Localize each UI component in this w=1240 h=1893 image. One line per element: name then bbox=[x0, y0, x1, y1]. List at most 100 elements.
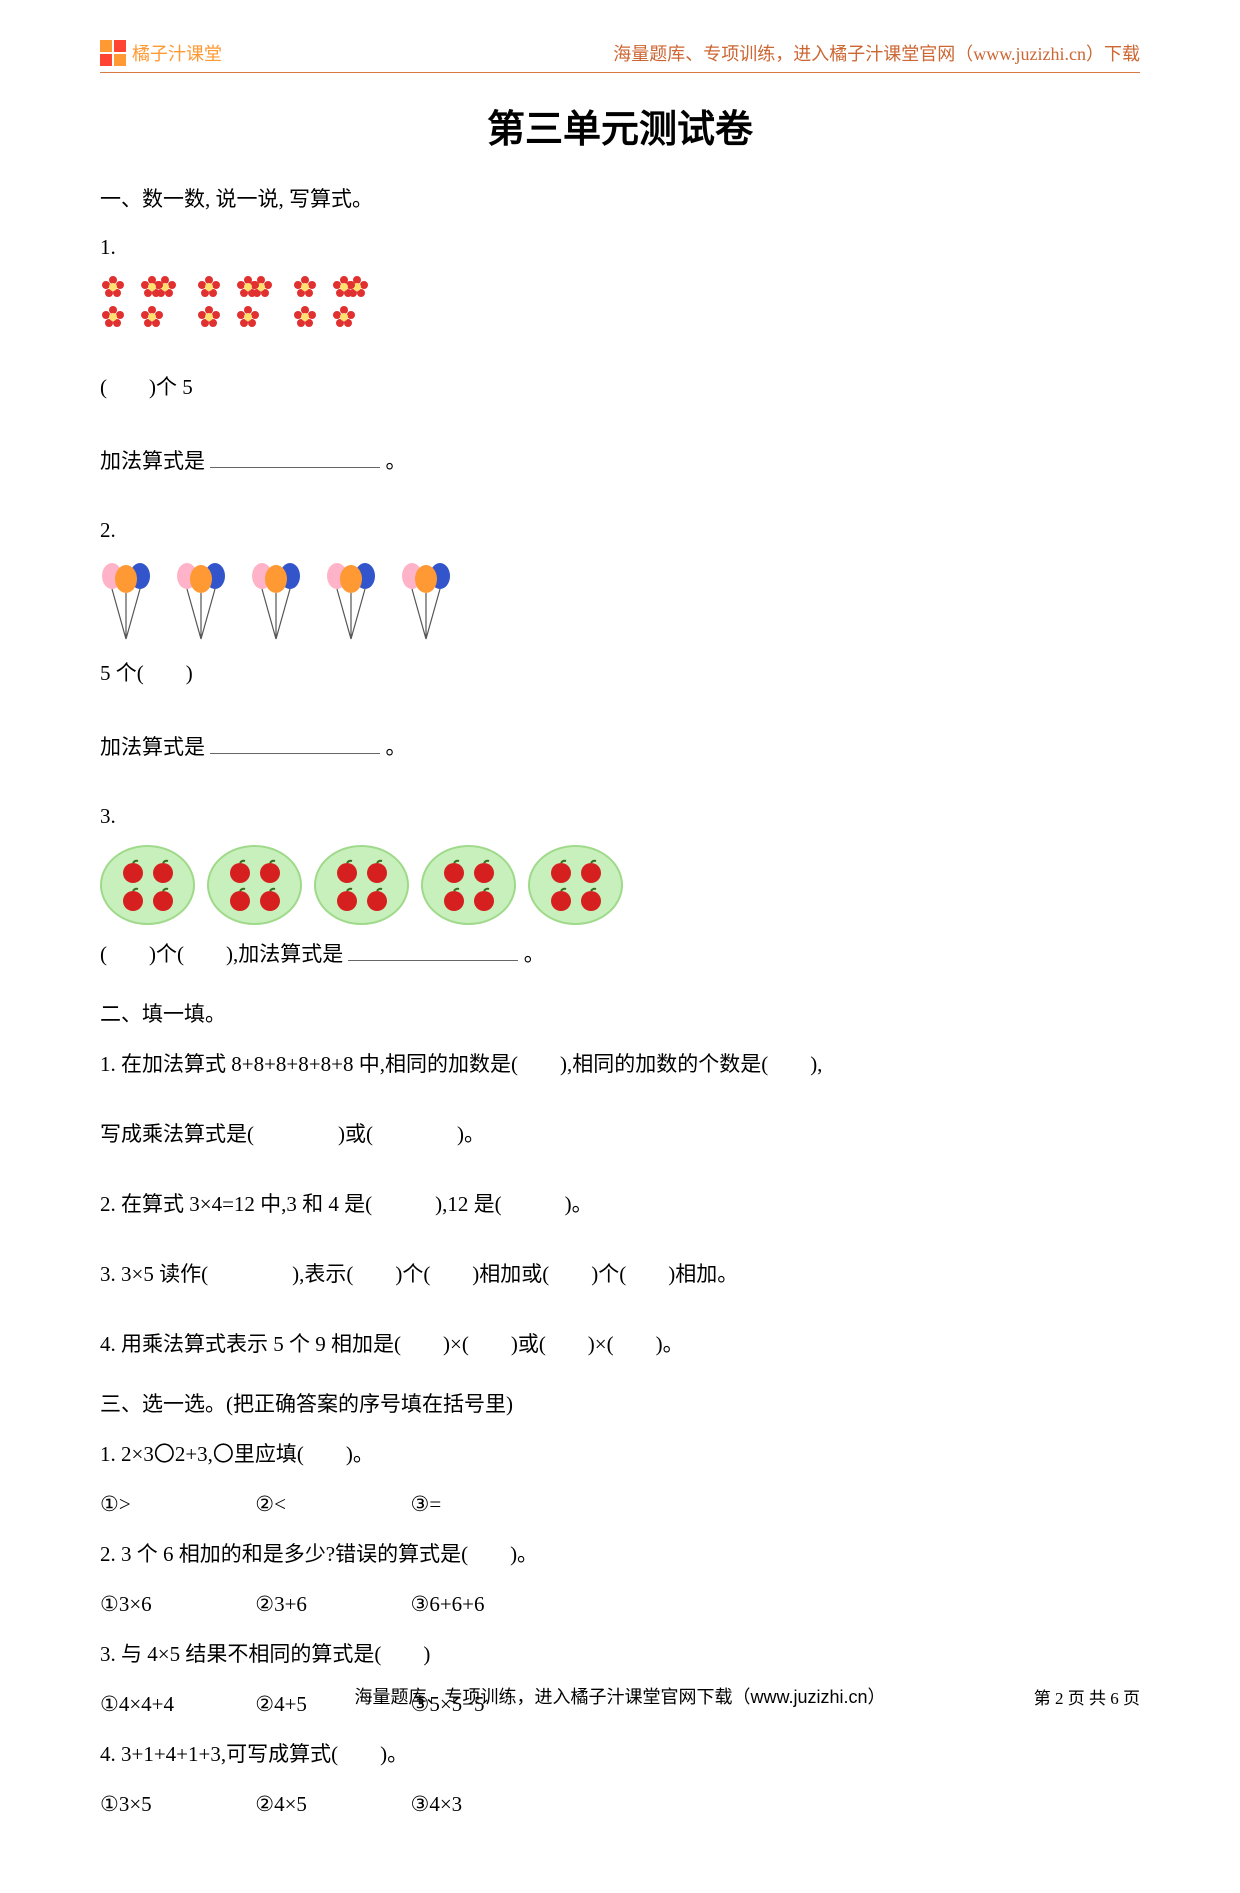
flower-icon bbox=[100, 274, 126, 300]
apple-plate bbox=[100, 845, 195, 925]
s3-q2-opts: ①3×6 ②3+6 ③6+6+6 bbox=[100, 1583, 1140, 1625]
section-1: 一、数一数, 说一说, 写算式。 1. bbox=[100, 178, 1140, 975]
header-note: 海量题库、专项训练，进入橘子汁课堂官网（www.juzizhi.cn）下载 bbox=[613, 40, 1140, 66]
logo-icon bbox=[100, 40, 126, 66]
apple-icon bbox=[364, 886, 390, 912]
apple-icon bbox=[578, 858, 604, 884]
flower-group bbox=[292, 274, 370, 330]
q3-text-a: ( )个( ),加法算式是 bbox=[100, 942, 343, 966]
s3-q2: 2. 3 个 6 相加的和是多少?错误的算式是( )。 bbox=[100, 1533, 1140, 1575]
flower-group bbox=[196, 274, 274, 330]
apple-icon bbox=[257, 886, 283, 912]
apple-plate bbox=[314, 845, 409, 925]
apple-icon bbox=[227, 886, 253, 912]
opt-a[interactable]: ①3×6 bbox=[100, 1583, 250, 1625]
apple-icon bbox=[227, 858, 253, 884]
s3-q3: 3. 与 4×5 结果不相同的算式是( ) bbox=[100, 1633, 1140, 1675]
q2-number: 2. bbox=[100, 509, 1140, 551]
s3-q4-opts: ①3×5 ②4×5 ③4×3 bbox=[100, 1783, 1140, 1825]
opt-c[interactable]: ③= bbox=[411, 1483, 561, 1525]
q1-number: 1. bbox=[100, 226, 1140, 268]
opt-c[interactable]: ③6+6+6 bbox=[411, 1583, 561, 1625]
flower-icon bbox=[292, 304, 318, 330]
q2-add-prefix: 加法算式是 bbox=[100, 735, 205, 759]
apple-icon bbox=[120, 858, 146, 884]
apple-icon bbox=[548, 886, 574, 912]
s3-q4: 4. 3+1+4+1+3,可写成算式( )。 bbox=[100, 1733, 1140, 1775]
section-3-heading: 三、选一选。(把正确答案的序号填在括号里) bbox=[100, 1383, 1140, 1425]
flower-icon bbox=[196, 274, 222, 300]
fill-blank[interactable] bbox=[210, 447, 380, 468]
opt-a[interactable]: ①3×5 bbox=[100, 1783, 250, 1825]
opt-a[interactable]: ①> bbox=[100, 1483, 250, 1525]
s2-q1: 1. 在加法算式 8+8+8+8+8+8 中,相同的加数是( ),相同的加数的个… bbox=[100, 1043, 1140, 1085]
brand-text: 橘子汁课堂 bbox=[132, 40, 222, 66]
apple-icon bbox=[120, 886, 146, 912]
apple-plate bbox=[421, 845, 516, 925]
apple-icon bbox=[334, 886, 360, 912]
apple-icon bbox=[150, 886, 176, 912]
section-1-heading: 一、数一数, 说一说, 写算式。 bbox=[100, 178, 1140, 220]
brand-logo: 橘子汁课堂 bbox=[100, 40, 222, 66]
balloon-bunch-icon bbox=[325, 559, 380, 644]
header: 橘子汁课堂 海量题库、专项训练，进入橘子汁课堂官网（www.juzizhi.cn… bbox=[100, 40, 1140, 73]
q3-text-b: 。 bbox=[524, 942, 545, 966]
q2-balloon-groups bbox=[100, 559, 1140, 644]
apple-icon bbox=[150, 858, 176, 884]
q1-add-suffix: 。 bbox=[386, 449, 407, 473]
opt-b[interactable]: ②< bbox=[255, 1483, 405, 1525]
apple-icon bbox=[471, 858, 497, 884]
apple-icon bbox=[441, 858, 467, 884]
apple-plate bbox=[528, 845, 623, 925]
flower-icon bbox=[235, 304, 261, 330]
s3-q1: 1. 2×3〇2+3,〇里应填( )。 bbox=[100, 1433, 1140, 1475]
flower-icon bbox=[139, 304, 165, 330]
s3-q1-opts: ①> ②< ③= bbox=[100, 1483, 1140, 1525]
q3-text: ( )个( ),加法算式是 。 bbox=[100, 933, 1140, 975]
q1-flower-groups bbox=[100, 274, 1140, 330]
q3-apple-plates bbox=[100, 845, 1140, 925]
balloon-bunch-icon bbox=[175, 559, 230, 644]
section-2-heading: 二、填一填。 bbox=[100, 993, 1140, 1035]
q3-number: 3. bbox=[100, 795, 1140, 837]
flower-icon bbox=[139, 274, 165, 300]
footer-page-number: 第 2 页 共 6 页 bbox=[1034, 1684, 1140, 1709]
q2-addition: 加法算式是 。 bbox=[100, 726, 1140, 768]
flower-icon bbox=[100, 304, 126, 330]
section-3: 三、选一选。(把正确答案的序号填在括号里) 1. 2×3〇2+3,〇里应填( )… bbox=[100, 1383, 1140, 1825]
opt-c[interactable]: ③4×3 bbox=[411, 1783, 561, 1825]
section-2: 二、填一填。 1. 在加法算式 8+8+8+8+8+8 中,相同的加数是( ),… bbox=[100, 993, 1140, 1365]
s2-q2: 2. 在算式 3×4=12 中,3 和 4 是( ),12 是( )。 bbox=[100, 1183, 1140, 1225]
flower-icon bbox=[331, 274, 357, 300]
flower-icon bbox=[331, 304, 357, 330]
balloon-bunch-icon bbox=[400, 559, 455, 644]
q2-count-blank: 5 个( ) bbox=[100, 652, 1140, 694]
opt-b[interactable]: ②4×5 bbox=[255, 1783, 405, 1825]
flower-group bbox=[100, 274, 178, 330]
flower-icon bbox=[235, 274, 261, 300]
s2-q3: 3. 3×5 读作( ),表示( )个( )相加或( )个( )相加。 bbox=[100, 1253, 1140, 1295]
q2-add-suffix: 。 bbox=[386, 735, 407, 759]
apple-icon bbox=[257, 858, 283, 884]
apple-icon bbox=[334, 858, 360, 884]
apple-icon bbox=[471, 886, 497, 912]
s2-q1b: 写成乘法算式是( )或( )。 bbox=[100, 1113, 1140, 1155]
opt-b[interactable]: ②3+6 bbox=[255, 1583, 405, 1625]
flower-icon bbox=[196, 304, 222, 330]
balloon-bunch-icon bbox=[100, 559, 155, 644]
apple-icon bbox=[364, 858, 390, 884]
s2-q4: 4. 用乘法算式表示 5 个 9 相加是( )×( )或( )×( )。 bbox=[100, 1323, 1140, 1365]
balloon-bunch-icon bbox=[250, 559, 305, 644]
worksheet-page: 橘子汁课堂 海量题库、专项训练，进入橘子汁课堂官网（www.juzizhi.cn… bbox=[0, 0, 1240, 1893]
apple-icon bbox=[441, 886, 467, 912]
q1-add-prefix: 加法算式是 bbox=[100, 449, 205, 473]
q1-count-blank: ( )个 5 bbox=[100, 366, 1140, 408]
flower-icon bbox=[292, 274, 318, 300]
apple-icon bbox=[578, 886, 604, 912]
apple-plate bbox=[207, 845, 302, 925]
fill-blank[interactable] bbox=[348, 940, 518, 961]
page-title: 第三单元测试卷 bbox=[100, 98, 1140, 153]
q1-addition: 加法算式是 。 bbox=[100, 440, 1140, 482]
apple-icon bbox=[548, 858, 574, 884]
fill-blank[interactable] bbox=[210, 733, 380, 754]
